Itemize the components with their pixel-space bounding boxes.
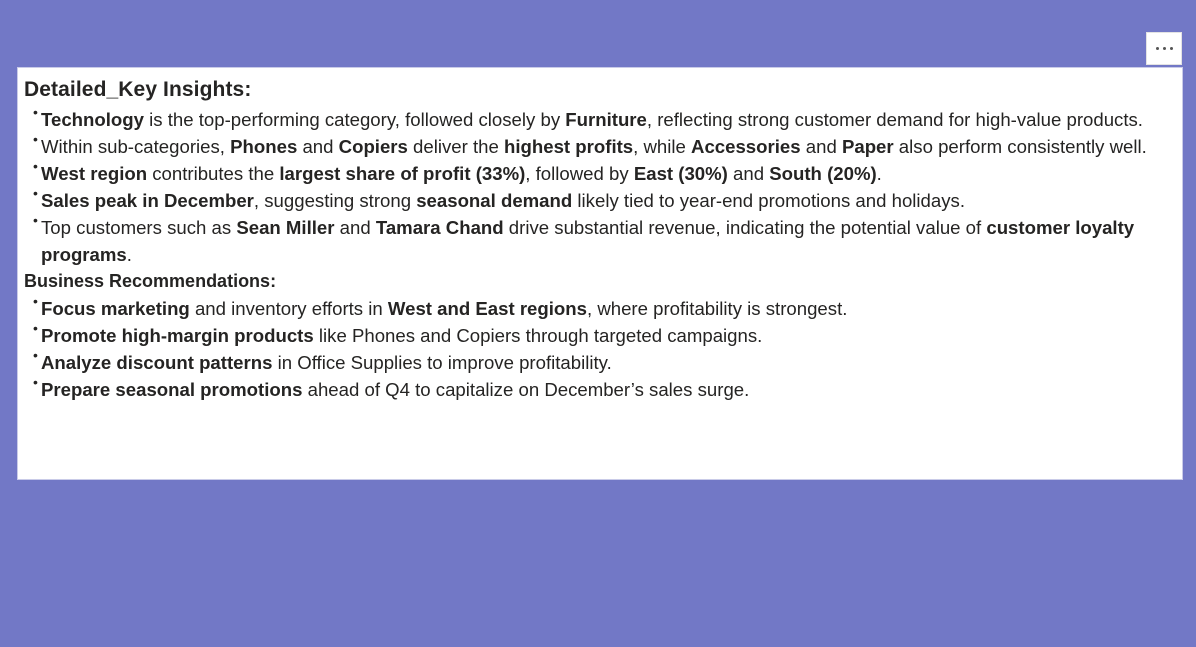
bold-text: Tamara Chand [375,217,504,238]
ellipsis-dot [1162,47,1166,50]
text: also perform consistently well. [893,136,1147,157]
text: , followed by [525,163,634,184]
bullet-dot-icon: • [33,104,38,120]
bold-text: Technology [41,109,144,130]
text: Within sub-categories, [41,136,231,157]
ellipsis-dot [1169,47,1173,50]
bold-text: Copiers [338,136,408,157]
bold-text: largest share of profit (33%) [279,163,526,184]
bullet-item: • Analyze discount patterns in Office Sup… [33,347,1176,376]
bullet-item: • Technology is the top-performing catego… [33,104,1176,133]
text: , reflecting strong customer demand for … [646,109,1143,130]
bullet-item: • Promote high-margin products like Phone… [33,320,1176,349]
bullet-dot-icon: • [33,158,38,174]
bold-text: East (30%) [633,163,728,184]
bullet-item: • Focus marketing and inventory efforts i… [33,293,1176,322]
more-options-button[interactable] [1146,32,1182,65]
bullet-item: • Top customers such as Sean Miller and T… [33,212,1176,268]
text: and [297,136,339,157]
bold-text: West and East regions [387,298,587,319]
bold-text: Phones [230,136,298,157]
text: and [800,136,842,157]
recommendations-heading: Business Recommendations: [24,271,277,291]
text: like Phones and Copiers through targeted… [313,325,763,346]
insights-heading: Detailed_Key Insights: [24,78,252,101]
bullet-item: • Sales peak in December, suggesting stro… [33,185,1176,214]
bold-text: Focus marketing [41,298,190,319]
ellipsis-icon [1155,47,1173,50]
text: . [126,244,132,265]
text: and [727,163,770,184]
bullet-item: • West region contributes the largest sha… [33,158,1176,187]
bold-text: Accessories [691,136,801,157]
bold-text: Analyze discount patterns [41,352,273,373]
text: likely tied to year-end promotions and h… [572,190,965,211]
bullet-dot-icon: • [33,131,38,147]
text: ahead of Q4 to capitalize on December’s … [302,379,750,400]
bullet-dot-icon: • [33,185,38,201]
bullet-dot-icon: • [33,293,38,309]
insights-list: • Technology is the top-performing catego… [24,104,1176,268]
text: , while [633,136,692,157]
bold-text: Sean Miller [236,217,335,238]
bullet-item: • Within sub-categories, Phones and Copie… [33,131,1176,160]
bold-text: West region [41,163,148,184]
text: is the top-performing category, followed… [143,109,566,130]
bold-text: seasonal demand [416,190,573,211]
text: , suggesting strong [253,190,417,211]
text-box-visual[interactable]: Detailed_Key Insights: • Technology is th… [17,67,1183,480]
bold-text: Paper [841,136,894,157]
text: and inventory efforts in [189,298,388,319]
bullet-dot-icon: • [33,212,38,228]
bold-text: South (20%) [769,163,877,184]
bold-text: Furniture [565,109,647,130]
text: . [876,163,882,184]
text: contributes the [147,163,280,184]
ellipsis-dot [1155,47,1159,50]
bullet-dot-icon: • [33,347,38,363]
bullet-dot-icon: • [33,374,38,390]
text: drive substantial revenue, indicating th… [503,217,987,238]
text: , where profitability is strongest. [586,298,848,319]
recommendations-list: • Focus marketing and inventory efforts i… [24,293,1176,403]
bullet-item: • Prepare seasonal promotions ahead of Q4… [33,374,1176,403]
text: and [334,217,376,238]
text: in Office Supplies to improve profitabil… [272,352,612,373]
text: deliver the [407,136,505,157]
bold-text: Sales peak in December [41,190,254,211]
bullet-dot-icon: • [33,320,38,336]
bold-text: Prepare seasonal promotions [41,379,303,400]
bold-text: highest profits [504,136,634,157]
text: Top customers such as [41,217,237,238]
bold-text: Promote high-margin products [41,325,314,346]
report-canvas: Detailed_Key Insights: • Technology is th… [0,0,1196,647]
